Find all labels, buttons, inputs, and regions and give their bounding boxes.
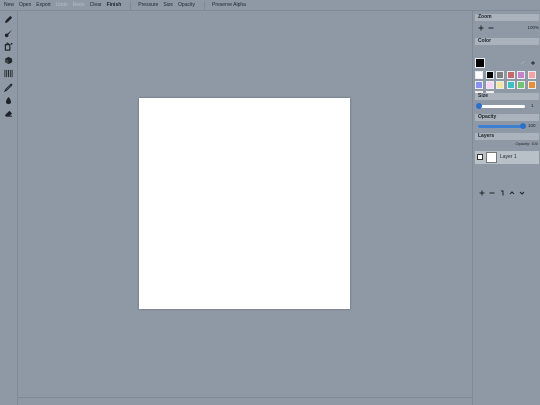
opacity-toggle[interactable]: Opacity	[178, 0, 195, 11]
layer-actions	[477, 189, 527, 197]
add-color-icon[interactable]	[529, 59, 536, 66]
swap-colors-icon[interactable]	[519, 59, 526, 66]
layer-visibility-checkbox[interactable]	[477, 154, 483, 160]
color-swatch[interactable]	[496, 71, 504, 79]
size-slider-row: 1	[475, 103, 539, 109]
zoom-out-icon[interactable]	[487, 24, 494, 31]
menu-bar: New Open Export Undo Redo Clear Finish P…	[0, 0, 540, 11]
new-button[interactable]: New	[4, 0, 14, 11]
opacity-section-title: Opacity	[475, 114, 539, 121]
status-bar	[18, 397, 472, 405]
color-section-title: Color	[475, 38, 539, 45]
opacity-slider-row: 100	[475, 123, 539, 129]
opacity-value: 100	[528, 123, 536, 128]
layer-opacity-label: Opacity: 100	[515, 141, 538, 146]
current-color-swatch[interactable]	[475, 58, 485, 68]
pressure-toggle[interactable]: Pressure	[138, 0, 158, 11]
color-swatch[interactable]	[475, 81, 483, 89]
preserve-alpha-toggle[interactable]: Preserve Alpha	[212, 0, 246, 11]
opacity-slider[interactable]	[478, 123, 526, 129]
color-swatch[interactable]	[517, 81, 525, 89]
blend-icon[interactable]	[3, 55, 14, 66]
size-value: 1	[531, 103, 534, 108]
size-slider-knob[interactable]	[475, 103, 482, 109]
color-swatch[interactable]	[475, 71, 483, 79]
zoom-row: 100%	[475, 24, 539, 31]
zoom-section-title: Zoom	[475, 14, 539, 21]
tool-bar	[0, 11, 18, 405]
zoom-in-icon[interactable]	[477, 24, 484, 31]
drawing-canvas[interactable]	[139, 98, 350, 309]
color-swatch[interactable]	[527, 71, 536, 79]
color-swatch[interactable]	[517, 71, 525, 79]
layer-row[interactable]: Layer 1	[475, 151, 539, 164]
finish-button[interactable]: Finish	[107, 0, 122, 11]
undo-button[interactable]: Undo	[56, 0, 68, 11]
zoom-value: 100%	[527, 25, 539, 30]
eraser-icon[interactable]	[3, 108, 14, 119]
export-button[interactable]: Export	[36, 0, 50, 11]
blur-drop-icon[interactable]	[3, 95, 14, 106]
pattern-icon[interactable]	[3, 68, 14, 79]
move-layer-down-icon[interactable]	[517, 189, 527, 197]
color-swatch[interactable]	[496, 81, 504, 89]
color-swatch[interactable]	[485, 81, 494, 89]
eyedropper-icon[interactable]	[3, 82, 14, 93]
remove-layer-icon[interactable]	[487, 189, 497, 197]
layer-thumbnail	[486, 152, 497, 163]
menu-divider	[204, 0, 205, 10]
pencil-icon[interactable]	[3, 14, 14, 25]
size-slider[interactable]	[475, 103, 525, 109]
layers-section-title: Layers	[475, 133, 539, 140]
color-swatch[interactable]	[527, 81, 536, 89]
color-swatch[interactable]	[506, 81, 515, 89]
color-swatch[interactable]	[506, 71, 515, 79]
color-swatch[interactable]	[485, 71, 494, 79]
bucket-fill-icon[interactable]	[3, 41, 14, 52]
clear-button[interactable]: Clear	[90, 0, 102, 11]
open-button[interactable]: Open	[19, 0, 31, 11]
size-section-title: Size	[475, 93, 539, 100]
size-toggle[interactable]: Size	[163, 0, 173, 11]
merge-down-icon[interactable]	[497, 189, 507, 197]
brush-icon[interactable]	[3, 28, 14, 39]
redo-button[interactable]: Redo	[73, 0, 85, 11]
menu-divider	[130, 0, 132, 10]
side-panel: Zoom 100% Color Size 1 Opacity 100 Layer…	[472, 11, 540, 405]
canvas-area	[18, 11, 472, 397]
add-layer-icon[interactable]	[477, 189, 487, 197]
move-layer-up-icon[interactable]	[507, 189, 517, 197]
opacity-slider-fill	[478, 124, 523, 128]
layer-name: Layer 1	[500, 154, 517, 160]
opacity-slider-knob[interactable]	[520, 123, 526, 129]
